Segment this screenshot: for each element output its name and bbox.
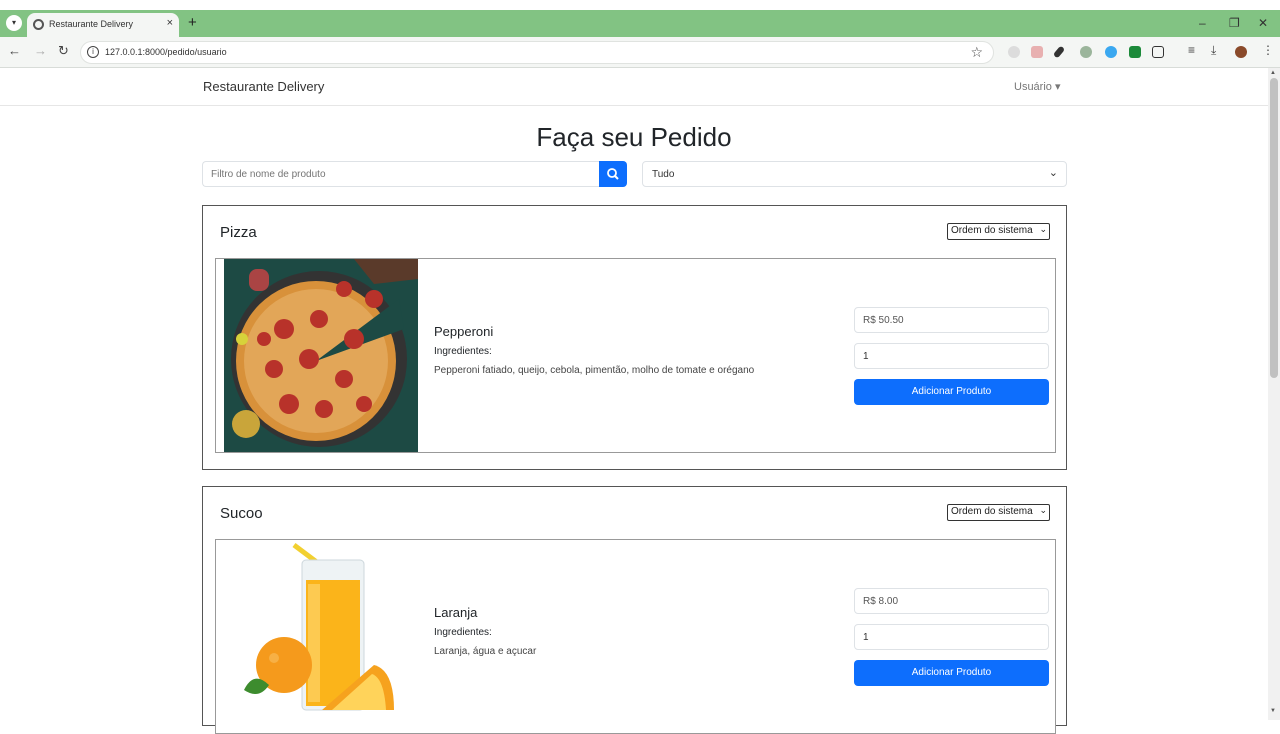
extension-icon[interactable] (1105, 46, 1117, 58)
url-input[interactable]: i 127.0.0.1:8000/pedido/usuario ☆ (80, 41, 994, 64)
scroll-up-icon[interactable]: ▲ (1270, 70, 1276, 76)
category-title: Sucoo (220, 505, 263, 522)
sort-value: Ordem do sistema (951, 506, 1033, 517)
price-field: R$ 50.50 (854, 307, 1049, 333)
profile-avatar[interactable] (1235, 46, 1247, 58)
product-card: Laranja Ingredientes: Laranja, água e aç… (215, 539, 1056, 734)
tab-search-icon[interactable]: ▾ (6, 15, 22, 31)
bookmark-star-icon[interactable]: ☆ (970, 44, 983, 61)
pen-icon[interactable] (1052, 45, 1066, 59)
ingredients-text: Pepperoni fatiado, queijo, cebola, pimen… (434, 365, 755, 376)
chevron-down-icon: ⌄ (1039, 224, 1047, 234)
scroll-down-icon[interactable]: ▼ (1270, 708, 1276, 714)
quantity-input[interactable]: 1 (854, 343, 1049, 369)
product-name: Laranja (434, 605, 478, 620)
search-icon (607, 168, 619, 180)
download-arrow-icon[interactable] (1129, 46, 1141, 58)
category-title: Pizza (220, 224, 257, 241)
brand-link[interactable]: Restaurante Delivery (203, 79, 324, 94)
search-input[interactable] (202, 161, 600, 187)
site-info-icon[interactable]: i (87, 46, 99, 58)
extension-icon[interactable] (1080, 46, 1092, 58)
extension-icon[interactable] (1008, 46, 1020, 58)
minimize-button[interactable]: – (1199, 16, 1206, 30)
ingredients-label: Ingredientes: (434, 346, 492, 357)
category-card-pizza: Pizza Ordem do sistema ⌄ Pepperoni Ingre… (202, 205, 1067, 470)
add-product-button[interactable]: Adicionar Produto (854, 660, 1049, 686)
price-field: R$ 8.00 (854, 588, 1049, 614)
pepperoni-pizza-image (224, 259, 418, 452)
chevron-down-icon: ⌄ (1048, 167, 1058, 179)
reading-list-icon[interactable]: ≡ (1188, 43, 1195, 57)
url-text: 127.0.0.1:8000/pedido/usuario (105, 47, 227, 57)
user-dropdown[interactable]: Usuário ▾ (1014, 80, 1060, 93)
sort-value: Ordem do sistema (951, 225, 1033, 236)
product-name: Pepperoni (434, 324, 494, 339)
window-top-edge (0, 0, 1280, 10)
filter-selected-value: Tudo (652, 169, 675, 180)
close-window-button[interactable]: ✕ (1258, 16, 1268, 30)
ingredients-label: Ingredientes: (434, 627, 492, 638)
tab-strip: ▾ Restaurante Delivery × + – ❐ ✕ (0, 10, 1280, 37)
new-tab-button[interactable]: + (188, 14, 197, 32)
address-bar-row: ← → ↻ i 127.0.0.1:8000/pedido/usuario ☆ … (0, 37, 1280, 68)
puzzle-icon[interactable] (1152, 46, 1164, 58)
forward-icon[interactable]: → (34, 43, 47, 58)
category-filter-select[interactable]: Tudo ⌄ (642, 161, 1067, 187)
menu-icon[interactable]: ⋮ (1262, 43, 1274, 57)
category-card-juice: Sucoo Ordem do sistema ⌄ Laranja Ingredi… (202, 486, 1067, 734)
globe-icon (33, 19, 44, 30)
page-scrollbar[interactable]: ▲ ▼ (1268, 68, 1280, 720)
extension-icon[interactable] (1031, 46, 1043, 58)
orange-juice-image (224, 540, 418, 733)
back-icon[interactable]: ← (8, 43, 21, 58)
scroll-thumb[interactable] (1270, 78, 1278, 378)
browser-tab[interactable]: Restaurante Delivery × (27, 13, 179, 37)
ingredients-text: Laranja, água e açucar (434, 646, 537, 657)
product-card: Pepperoni Ingredientes: Pepperoni fatiad… (215, 258, 1056, 453)
reload-icon[interactable]: ↻ (58, 43, 69, 59)
add-product-button[interactable]: Adicionar Produto (854, 379, 1049, 405)
sort-select[interactable]: Ordem do sistema ⌄ (947, 504, 1050, 521)
app-navbar: Restaurante Delivery Usuário ▾ (0, 68, 1268, 106)
chevron-down-icon: ⌄ (1039, 505, 1047, 515)
downloads-icon[interactable]: ⤓ (1211, 43, 1216, 58)
restore-button[interactable]: ❐ (1229, 16, 1240, 30)
page-title: Faça seu Pedido (536, 122, 732, 152)
tab-title: Restaurante Delivery (49, 19, 134, 29)
close-tab-icon[interactable]: × (167, 17, 173, 29)
sort-select[interactable]: Ordem do sistema ⌄ (947, 223, 1050, 240)
quantity-input[interactable]: 1 (854, 624, 1049, 650)
search-button[interactable] (599, 161, 627, 187)
